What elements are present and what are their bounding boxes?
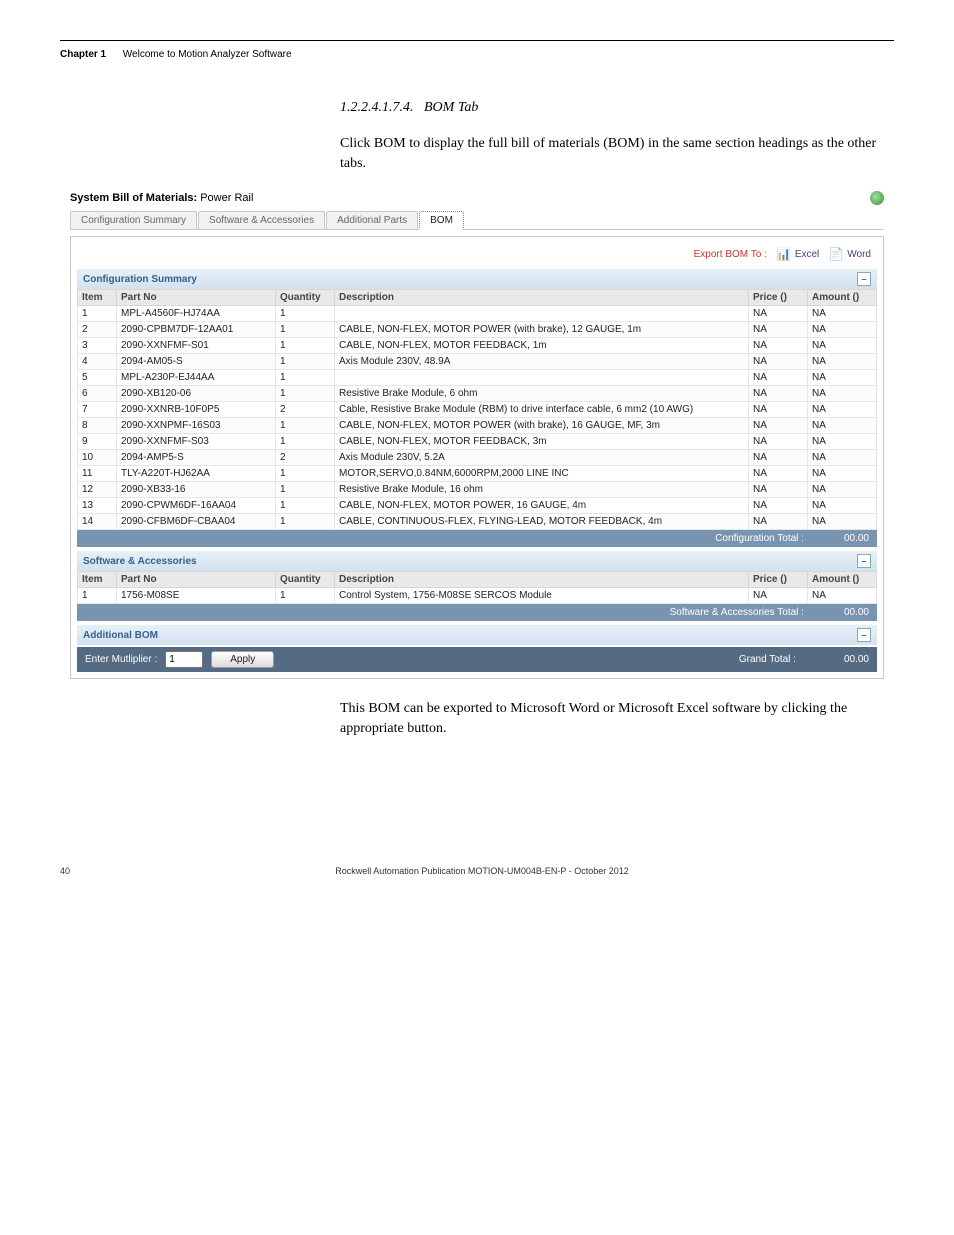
table-row: 42094-AM05-S1Axis Module 230V, 48.9ANANA [78,354,877,370]
multiplier-label: Enter Mutliplier : [85,654,157,665]
tab-bom[interactable]: BOM [419,211,464,230]
table-row: 22090-CPBM7DF-12AA011CABLE, NON-FLEX, MO… [78,322,877,338]
grand-total-value: 00.00 [844,654,869,665]
table-row: 32090-XXNFMF-S011CABLE, NON-FLEX, MOTOR … [78,338,877,354]
page-footer: 40 Rockwell Automation Publication MOTIO… [0,786,954,896]
table-row: 82090-XXNPMF-16S031CABLE, NON-FLEX, MOTO… [78,418,877,434]
add-section-header[interactable]: Additional BOM – [77,625,877,645]
help-icon[interactable] [870,191,884,205]
grand-total-row: Enter Mutliplier : Apply Grand Total : 0… [77,647,877,672]
tab-additional-parts[interactable]: Additional Parts [326,211,418,229]
collapse-icon[interactable]: – [857,554,871,568]
grand-total-label: Grand Total : [739,654,796,665]
table-row: 102094-AMP5-S2Axis Module 230V, 5.2ANANA [78,450,877,466]
table-row: 1MPL-A4560F-HJ74AA1NANA [78,306,877,322]
excel-icon: 📊 [777,247,791,261]
collapse-icon[interactable]: – [857,628,871,642]
export-label: Export BOM To : [694,249,767,260]
bom-panel: System Bill of Materials: Power Rail Con… [70,191,884,679]
table-row: 122090-XB33-161Resistive Brake Module, 1… [78,482,877,498]
export-word-button[interactable]: 📄 Word [829,247,871,261]
table-row: 62090-XB120-061Resistive Brake Module, 6… [78,386,877,402]
config-section-header[interactable]: Configuration Summary – [77,269,877,289]
sw-total-bar: Software & Accessories Total : 00.00 [77,604,877,621]
config-table: Item Part No Quantity Description Price … [77,289,877,530]
table-row: 11TLY-A220T-HJ62AA1MOTOR,SERVO,0.84NM,60… [78,466,877,482]
table-row: 5MPL-A230P-EJ44AA1NANA [78,370,877,386]
publication-info: Rockwell Automation Publication MOTION-U… [335,866,628,876]
section-heading: 1.2.2.4.1.7.4. BOM Tab [340,100,894,116]
export-excel-button[interactable]: 📊 Excel [777,247,819,261]
collapse-icon[interactable]: – [857,272,871,286]
chapter-number: Chapter 1 [60,49,106,60]
panel-title-suffix: Power Rail [200,192,253,204]
table-row: 142090-CFBM6DF-CBAA041CABLE, CONTINUOUS-… [78,514,877,530]
chapter-header: Chapter 1 Welcome to Motion Analyzer Sof… [60,49,894,60]
chapter-title: Welcome to Motion Analyzer Software [123,49,292,60]
table-row: 72090-XXNRB-10F0P52Cable, Resistive Brak… [78,402,877,418]
sw-section-header[interactable]: Software & Accessories – [77,551,877,571]
outro-paragraph: This BOM can be exported to Microsoft Wo… [340,699,894,738]
table-row: 11756-M08SE1Control System, 1756-M08SE S… [78,588,877,604]
tab-config-summary[interactable]: Configuration Summary [70,211,197,229]
word-icon: 📄 [829,247,843,261]
intro-paragraph: Click BOM to display the full bill of ma… [340,134,894,173]
table-row: 132090-CPWM6DF-16AA041CABLE, NON-FLEX, M… [78,498,877,514]
page-number: 40 [60,866,70,876]
config-total-bar: Configuration Total : 00.00 [77,530,877,547]
apply-button[interactable]: Apply [211,651,274,668]
table-row: 92090-XXNFMF-S031CABLE, NON-FLEX, MOTOR … [78,434,877,450]
multiplier-input[interactable] [165,651,203,668]
panel-title-prefix: System Bill of Materials: [70,192,197,204]
sw-table: Item Part No Quantity Description Price … [77,571,877,604]
tab-bar: Configuration Summary Software & Accesso… [70,211,884,230]
tab-software-accessories[interactable]: Software & Accessories [198,211,325,229]
